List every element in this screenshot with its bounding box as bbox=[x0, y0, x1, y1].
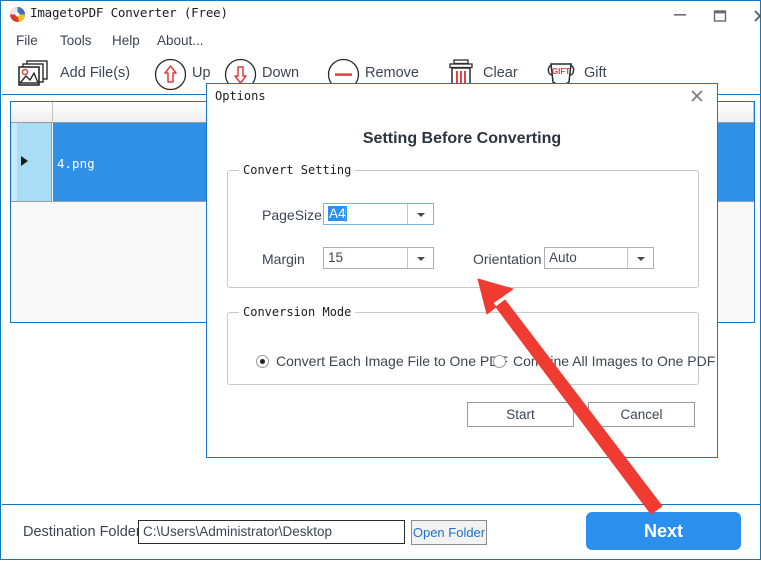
row-selected-arrow-icon bbox=[21, 156, 28, 166]
chevron-down-icon bbox=[637, 257, 645, 261]
close-icon bbox=[754, 10, 761, 22]
next-button[interactable]: Next bbox=[586, 512, 741, 550]
app-logo-icon bbox=[9, 6, 26, 23]
chevron-down-icon bbox=[417, 213, 425, 217]
destination-folder-input[interactable]: C:\Users\Administrator\Desktop bbox=[138, 520, 405, 544]
window-title: ImagetoPDF Converter (Free) bbox=[30, 5, 228, 20]
minimize-icon bbox=[674, 14, 686, 16]
column-header-rowselect[interactable] bbox=[11, 102, 53, 122]
margin-combobox[interactable]: 15 bbox=[323, 247, 434, 269]
text-cursor bbox=[345, 207, 346, 222]
conversion-mode-legend: Conversion Mode bbox=[239, 305, 356, 319]
orientation-combobox[interactable]: Auto bbox=[544, 247, 654, 269]
start-button[interactable]: Start bbox=[467, 402, 574, 427]
radio-button-icon bbox=[256, 355, 269, 368]
chevron-down-icon bbox=[417, 257, 425, 261]
radio-label-combine-all: Combine All Images to One PDF bbox=[513, 353, 716, 369]
toolbar-label-add-files: Add File(s) bbox=[60, 65, 131, 81]
maximize-icon bbox=[713, 10, 727, 22]
cancel-button[interactable]: Cancel bbox=[588, 402, 695, 427]
pagesize-dropdown-arrow[interactable] bbox=[407, 204, 433, 224]
toolbar-label-down: Down bbox=[262, 65, 300, 81]
title-bar: ImagetoPDF Converter (Free) bbox=[1, 1, 761, 29]
menu-item-tools[interactable]: Tools bbox=[60, 33, 92, 48]
orientation-label: Orientation bbox=[473, 251, 542, 267]
dialog-heading: Setting Before Converting bbox=[362, 130, 562, 147]
margin-value: 15 bbox=[328, 250, 344, 265]
menu-item-help[interactable]: Help bbox=[112, 33, 140, 48]
destination-folder-value: C:\Users\Administrator\Desktop bbox=[143, 524, 333, 539]
add-image-icon bbox=[16, 58, 50, 95]
toolbar-label-clear: Clear bbox=[483, 65, 518, 81]
orientation-dropdown-arrow[interactable] bbox=[627, 248, 653, 268]
pagesize-label: PageSize bbox=[262, 207, 322, 223]
pagesize-value: A4 bbox=[328, 206, 347, 221]
margin-dropdown-arrow[interactable] bbox=[407, 248, 433, 268]
toolbar-label-up: Up bbox=[192, 65, 211, 81]
open-folder-button[interactable]: Open Folder bbox=[411, 520, 487, 545]
application-window: ImagetoPDF Converter (Free) File Tools H… bbox=[0, 0, 761, 560]
options-dialog: Options Setting Before Converting Conver… bbox=[206, 83, 718, 458]
toolbar-label-gift: Gift bbox=[584, 65, 607, 81]
conversion-mode-group: Conversion Mode Convert Each Image File … bbox=[227, 305, 715, 385]
menu-bar: File Tools Help About... bbox=[2, 29, 760, 53]
dialog-title: Options bbox=[215, 89, 266, 103]
orientation-value: Auto bbox=[549, 250, 577, 265]
dialog-close-button[interactable] bbox=[689, 88, 711, 108]
arrow-up-circle-icon bbox=[154, 58, 187, 96]
close-button[interactable] bbox=[740, 1, 761, 28]
menu-item-file[interactable]: File bbox=[16, 33, 38, 48]
minimize-button[interactable] bbox=[660, 1, 700, 28]
close-icon bbox=[691, 90, 703, 102]
pagesize-combobox[interactable]: A4 bbox=[323, 203, 434, 225]
convert-setting-group: Convert Setting PageSize A4 Margin 15 Or… bbox=[227, 163, 699, 288]
toolbar-label-remove: Remove bbox=[365, 65, 419, 81]
row-gutter[interactable] bbox=[11, 123, 52, 202]
radio-button-icon bbox=[493, 355, 506, 368]
convert-setting-legend: Convert Setting bbox=[239, 163, 356, 177]
margin-label: Margin bbox=[262, 251, 305, 267]
radio-label-convert-each: Convert Each Image File to One PDF bbox=[276, 353, 508, 369]
svg-text:GIFT: GIFT bbox=[552, 67, 570, 76]
menu-item-about[interactable]: About... bbox=[157, 33, 204, 48]
maximize-button[interactable] bbox=[700, 1, 740, 28]
destination-folder-label: Destination Folder: bbox=[23, 524, 145, 540]
